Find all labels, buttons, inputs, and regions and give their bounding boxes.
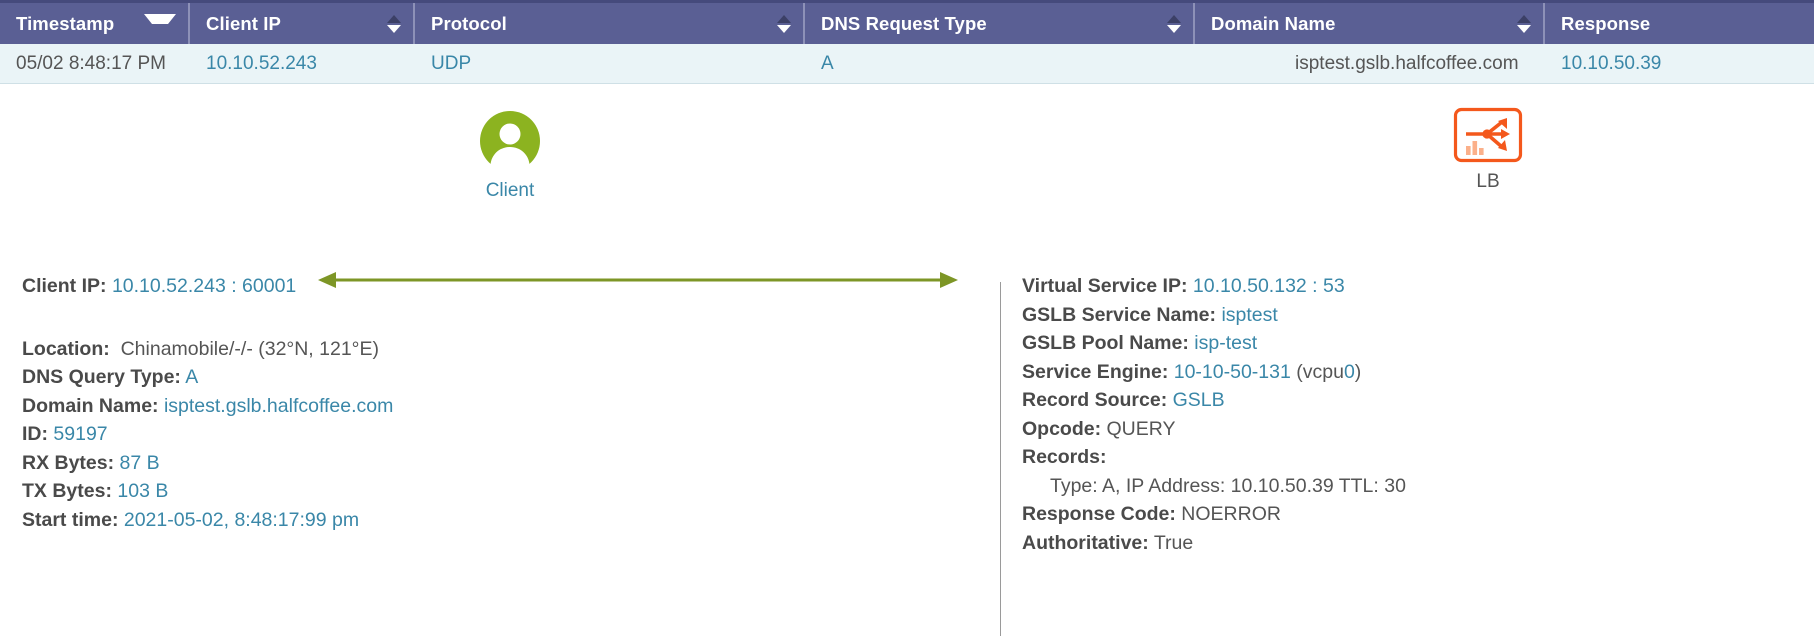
- column-header-protocol[interactable]: Protocol: [415, 3, 805, 44]
- detail-key: GSLB Pool Name:: [1022, 332, 1189, 354]
- detail-authoritative: Authoritative: True: [1022, 529, 1782, 558]
- diagram-node-label: LB: [1476, 171, 1500, 192]
- detail-value: 103 B: [117, 480, 169, 502]
- detail-value: isptest: [1221, 303, 1278, 326]
- cell-response[interactable]: 10.10.50.39: [1545, 44, 1814, 83]
- detail-value: 87 B: [119, 451, 160, 474]
- dns-log-table: Timestamp Client IP Protocol DNS Request…: [0, 0, 1814, 84]
- detail-value: QUERY: [1106, 417, 1176, 440]
- detail-opcode: Opcode: QUERY: [1022, 415, 1782, 444]
- detail-gslb-pool-name: GSLB Pool Name: isp-test: [1022, 329, 1782, 358]
- detail-records: Records:: [1022, 443, 1782, 472]
- diagram-node-label: Client: [485, 180, 535, 201]
- diagram-node-client[interactable]: Client: [430, 110, 590, 202]
- detail-key: Records:: [1022, 446, 1107, 468]
- column-header-label: Response: [1561, 12, 1651, 34]
- cell-dns-request-type[interactable]: A: [805, 44, 1195, 83]
- column-header-timestamp[interactable]: Timestamp: [0, 3, 190, 44]
- detail-key: Service Engine:: [1022, 360, 1169, 383]
- detail-value: isp-test: [1194, 332, 1258, 354]
- detail-key: Start time:: [22, 508, 119, 531]
- column-header-dns-request-type[interactable]: DNS Request Type: [805, 3, 1195, 44]
- detail-value: GSLB: [1172, 389, 1225, 411]
- detail-key: Record Source:: [1022, 389, 1168, 411]
- server-details-panel: Virtual Service IP: 10.10.50.132 : 53 GS…: [1022, 272, 1782, 557]
- detail-service-engine: Service Engine: 10-10-50-131 (vcpu0): [1022, 358, 1782, 387]
- detail-key: GSLB Service Name:: [1022, 303, 1217, 326]
- detail-key: Domain Name:: [22, 394, 159, 417]
- detail-value: 59197: [53, 423, 108, 445]
- detail-gslb-service-name: GSLB Service Name: isptest: [1022, 301, 1782, 330]
- detail-key: Virtual Service IP:: [1022, 275, 1188, 297]
- cell-client-ip[interactable]: 10.10.52.243: [190, 44, 415, 83]
- sort-both-icon[interactable]: [1167, 14, 1181, 34]
- detail-id: ID: 59197: [22, 420, 922, 449]
- detail-virtual-service-ip: Virtual Service IP: 10.10.50.132 : 53: [1022, 272, 1782, 301]
- column-header-label: Timestamp: [16, 12, 115, 34]
- detail-response-code: Response Code: NOERROR: [1022, 500, 1782, 529]
- column-header-label: DNS Request Type: [821, 12, 987, 34]
- detail-vcpu-value: 0: [1343, 360, 1355, 383]
- column-header-response[interactable]: Response: [1545, 3, 1814, 44]
- detail-key: Authoritative:: [1022, 531, 1149, 554]
- client-details-panel: Client IP: 10.10.52.243 : 60001 Location…: [22, 272, 922, 534]
- detail-location: Location: Chinamobile/-/- (32°N, 121°E): [22, 335, 922, 364]
- user-circle-icon: [480, 111, 540, 172]
- diagram-node-lb[interactable]: LB: [1408, 107, 1568, 193]
- detail-key: Response Code:: [1022, 503, 1176, 525]
- detail-value: isptest.gslb.halfcoffee.com: [163, 394, 394, 417]
- cell-protocol[interactable]: UDP: [415, 44, 805, 83]
- load-balancer-icon: [1453, 107, 1523, 163]
- detail-record-source: Record Source: GSLB: [1022, 386, 1782, 415]
- detail-value: 10-10-50-131: [1173, 360, 1291, 383]
- detail-records-entry: Type: A, IP Address: 10.10.50.39 TTL: 30: [1022, 472, 1782, 501]
- detail-value: A: [185, 366, 199, 388]
- detail-value: 10.10.50.132 : 53: [1192, 275, 1345, 297]
- connection-diagram: Client LB Client IP: 10.10.52.243: 6000…: [0, 85, 1814, 636]
- column-header-domain-name[interactable]: Domain Name: [1195, 3, 1545, 44]
- sort-both-icon[interactable]: [777, 14, 791, 34]
- table-row[interactable]: 05/02 8:48:17 PM 10.10.52.243 UDP A ispt…: [0, 44, 1814, 84]
- detail-value: Type: A, IP Address: 10.10.50.39 TTL: 30: [1050, 474, 1406, 497]
- detail-key: Opcode:: [1022, 417, 1102, 440]
- sort-both-icon[interactable]: [1517, 14, 1531, 34]
- column-header-label: Protocol: [431, 12, 507, 34]
- detail-value: True: [1153, 531, 1194, 554]
- cell-timestamp: 05/02 8:48:17 PM: [16, 52, 166, 74]
- table-header-row: Timestamp Client IP Protocol DNS Request…: [0, 0, 1814, 44]
- detail-value: Chinamobile/-/- (32°N, 121°E): [120, 337, 379, 360]
- cell-domain-name: isptest.gslb.halfcoffee.com: [1295, 52, 1519, 74]
- detail-key: TX Bytes:: [22, 480, 112, 502]
- sort-desc-icon[interactable]: [144, 13, 176, 34]
- detail-tx-bytes: TX Bytes: 103 B: [22, 477, 922, 506]
- detail-key: Client IP:: [22, 275, 107, 297]
- detail-dns-query-type: DNS Query Type: A: [22, 363, 922, 392]
- detail-vcpu-suffix: ): [1354, 360, 1362, 383]
- column-header-label: Domain Name: [1211, 12, 1336, 34]
- detail-rx-bytes: RX Bytes: 87 B: [22, 449, 922, 478]
- detail-vcpu-prefix: (vcpu: [1296, 360, 1344, 383]
- column-header-client-ip[interactable]: Client IP: [190, 3, 415, 44]
- detail-key: ID:: [22, 423, 48, 445]
- detail-key: Location:: [22, 337, 110, 360]
- detail-value: 10.10.52.243 : 60001: [111, 275, 297, 297]
- column-divider: [1000, 282, 1001, 636]
- column-header-label: Client IP: [206, 12, 281, 34]
- detail-value: 2021-05-02, 8:48:17:99 pm: [123, 508, 360, 531]
- detail-value: NOERROR: [1181, 503, 1281, 525]
- detail-domain-name: Domain Name: isptest.gslb.halfcoffee.com: [22, 392, 922, 421]
- detail-key: DNS Query Type:: [22, 366, 181, 388]
- sort-both-icon[interactable]: [387, 14, 401, 34]
- detail-key: RX Bytes:: [22, 451, 115, 474]
- detail-client-ip: Client IP: 10.10.52.243 : 60001: [22, 272, 922, 301]
- detail-start-time: Start time: 2021-05-02, 8:48:17:99 pm: [22, 506, 922, 535]
